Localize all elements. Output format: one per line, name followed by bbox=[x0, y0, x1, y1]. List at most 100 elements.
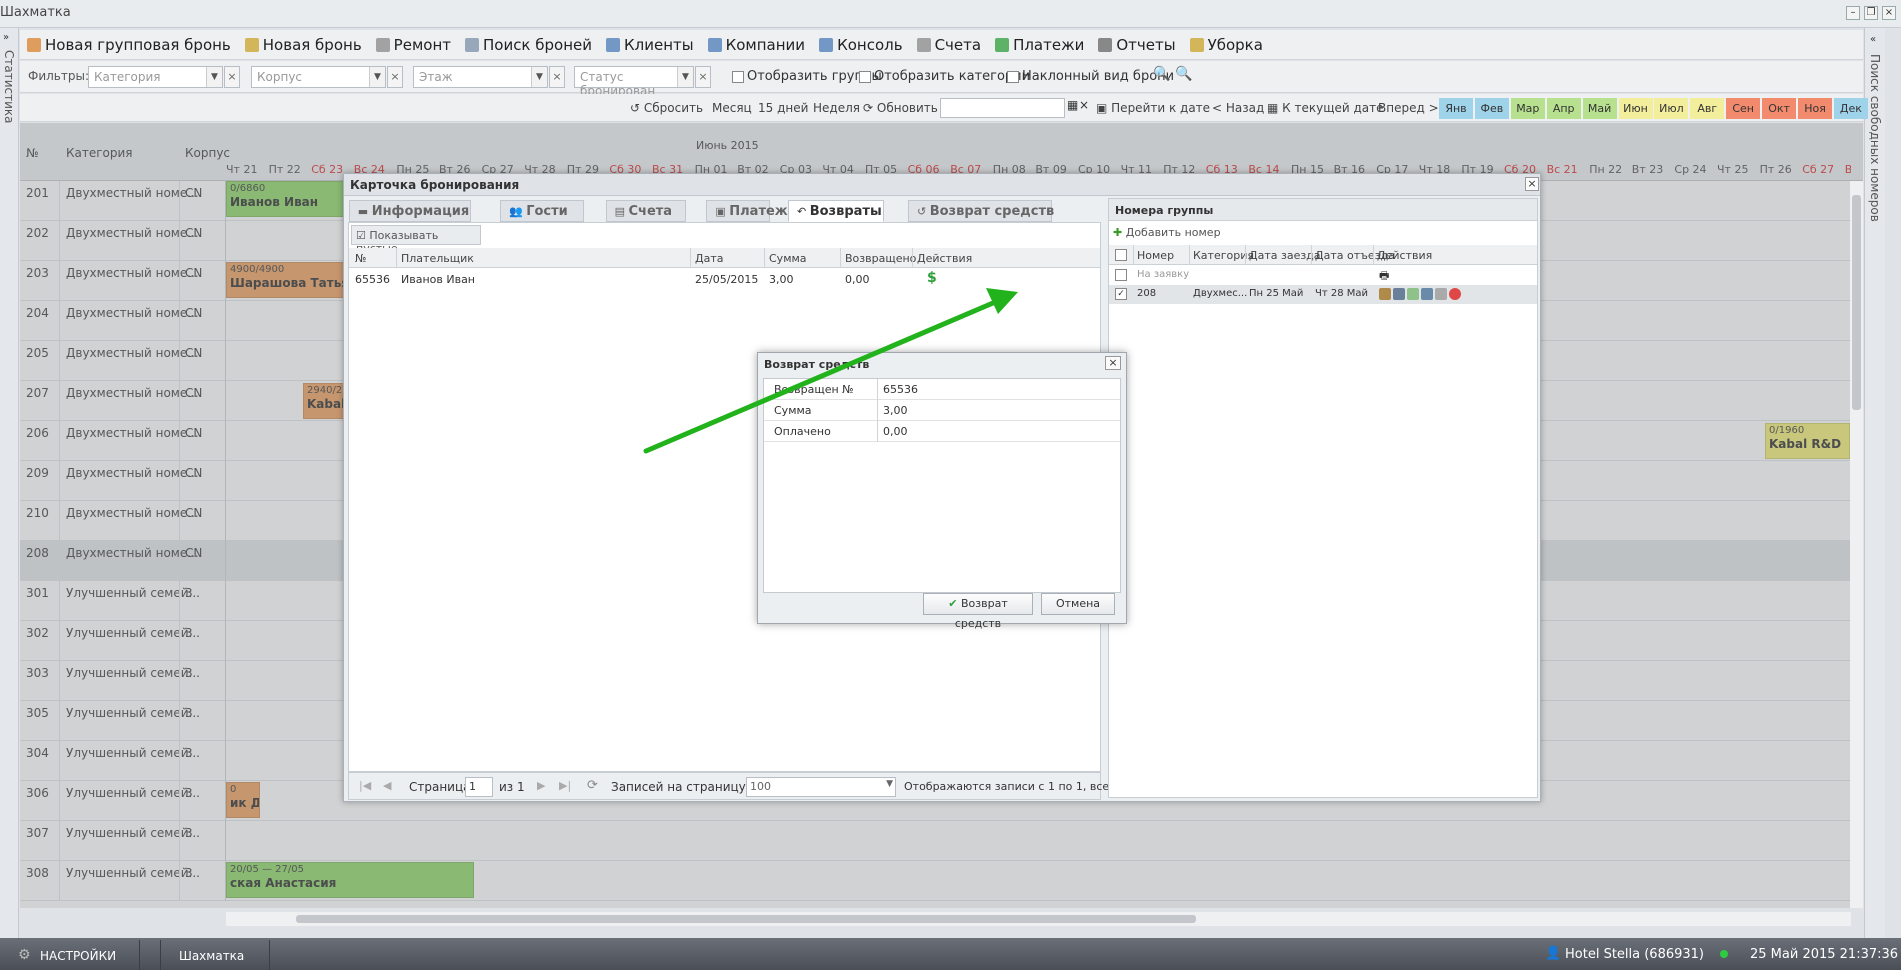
minimize-icon[interactable]: – bbox=[1846, 6, 1860, 20]
expand-icon[interactable]: » bbox=[3, 32, 9, 43]
toolbar-printer-button[interactable]: Отчеты bbox=[1091, 31, 1182, 59]
clear-floor-button[interactable]: × bbox=[549, 66, 565, 88]
scroll-thumb[interactable] bbox=[1852, 195, 1861, 410]
week-button[interactable]: Неделя bbox=[813, 101, 860, 115]
column-header[interactable]: Сумма bbox=[769, 252, 807, 265]
tab-invoice[interactable]: ▤ Счета bbox=[605, 200, 686, 222]
forward-button[interactable]: Вперед > bbox=[1378, 101, 1439, 115]
list-icon[interactable] bbox=[1393, 288, 1405, 300]
toolbar-broom-button[interactable]: Уборка bbox=[1183, 31, 1270, 59]
clear-date-icon[interactable]: × bbox=[1079, 98, 1089, 112]
select-all-checkbox[interactable] bbox=[1115, 249, 1127, 261]
cancel-button[interactable]: Отмена bbox=[1041, 593, 1115, 615]
month-button-2[interactable]: Мар bbox=[1510, 98, 1545, 119]
month-button-5[interactable]: Июн bbox=[1618, 98, 1653, 119]
month-button-6[interactable]: Июл bbox=[1654, 98, 1689, 119]
status-filter[interactable]: Статус бронирован ▼ bbox=[574, 66, 694, 98]
free-rooms-search-label[interactable]: Поиск свободных номеров bbox=[1868, 54, 1882, 222]
toolbar-wrench-button[interactable]: Ремонт bbox=[369, 31, 458, 59]
column-header[interactable]: Плательщик bbox=[401, 252, 474, 265]
calendar-icon[interactable]: ▦ bbox=[1067, 98, 1078, 112]
settings-button[interactable]: ⚙ НАСТРОЙКИ bbox=[0, 940, 140, 970]
column-header[interactable]: Действия bbox=[1377, 249, 1432, 262]
taskbar-tab-chess[interactable]: Шахматка bbox=[160, 940, 270, 970]
toolbar-search-button[interactable]: Поиск броней bbox=[458, 31, 599, 59]
guest-icon[interactable] bbox=[1379, 288, 1391, 300]
left-sidebar[interactable]: » Статистика bbox=[0, 28, 19, 938]
column-header[interactable]: Действия bbox=[917, 252, 972, 265]
print-icon[interactable]: 🖶 bbox=[1379, 267, 1389, 286]
month-button-9[interactable]: Окт bbox=[1762, 98, 1797, 119]
page-input[interactable]: 1 bbox=[465, 777, 493, 797]
close-icon[interactable]: × bbox=[1105, 356, 1121, 370]
right-sidebar[interactable]: « Поиск свободных номеров bbox=[1864, 28, 1885, 938]
refresh-button[interactable]: ⟳ Обновить bbox=[863, 101, 938, 115]
15-days-button[interactable]: 15 дней bbox=[758, 101, 808, 115]
toolbar-group-booking-button[interactable]: Новая групповая бронь bbox=[20, 31, 238, 59]
prev-page-icon[interactable]: ◀ bbox=[383, 779, 391, 792]
refresh-icon[interactable]: ⟳ bbox=[587, 778, 598, 793]
date-input[interactable] bbox=[940, 98, 1065, 118]
close-icon[interactable]: × bbox=[1882, 6, 1896, 20]
ok-icon[interactable] bbox=[1407, 288, 1419, 300]
refund-button[interactable]: ✔ Возврат средств bbox=[923, 593, 1033, 630]
month-button-1[interactable]: Фев bbox=[1474, 98, 1509, 119]
tilted-view-checkbox[interactable]: Наклонный вид брони bbox=[1007, 69, 1174, 84]
month-button[interactable]: Месяц bbox=[712, 101, 752, 115]
horizontal-scrollbar[interactable] bbox=[226, 912, 1851, 926]
tab-refund[interactable]: ↺ Возврат средств bbox=[908, 200, 1054, 222]
column-header[interactable]: Номер bbox=[1137, 249, 1174, 262]
clear-category-button[interactable]: × bbox=[224, 66, 240, 88]
toolbar-console-button[interactable]: Консоль bbox=[812, 31, 910, 59]
table-row[interactable]: ✓ 208 Двухмес... Пн 25 Май Чт 28 Май bbox=[1109, 285, 1537, 304]
toolbar-clients-button[interactable]: Клиенты bbox=[599, 31, 701, 59]
toolbar-dollar-button[interactable]: Платежи bbox=[988, 31, 1091, 59]
month-button-7[interactable]: Авг bbox=[1690, 98, 1725, 119]
goto-date-button[interactable]: ▣ Перейти к дате bbox=[1096, 101, 1210, 115]
scroll-thumb[interactable] bbox=[296, 915, 1196, 923]
last-page-icon[interactable]: ▶| bbox=[559, 779, 571, 792]
column-header[interactable]: Дата bbox=[695, 252, 723, 265]
month-button-10[interactable]: Ноя bbox=[1798, 98, 1832, 119]
category-filter[interactable]: Категория ▼ bbox=[88, 66, 223, 88]
column-header[interactable]: № bbox=[355, 252, 366, 265]
tab-return[interactable]: ↶ Возвраты bbox=[788, 200, 884, 222]
per-page-select[interactable]: 100 ▼ bbox=[746, 777, 896, 797]
show-categories-checkbox[interactable]: Отобразить категории bbox=[859, 69, 1030, 84]
first-page-icon[interactable]: |◀ bbox=[359, 779, 371, 792]
reset-button[interactable]: ↺ Сбросить bbox=[630, 101, 703, 115]
floor-filter[interactable]: Этаж ▼ bbox=[413, 66, 548, 88]
tab-payments[interactable]: ▣ Платежи bbox=[706, 200, 797, 222]
clear-building-button[interactable]: × bbox=[387, 66, 403, 88]
add-room-button[interactable]: ✚ Добавить номер bbox=[1113, 226, 1221, 239]
move-icon[interactable] bbox=[1435, 288, 1447, 300]
delete-icon[interactable] bbox=[1449, 288, 1461, 300]
row-checkbox[interactable]: ✓ bbox=[1115, 288, 1127, 300]
show-empty-toggle[interactable]: ☑ Показывать пустые bbox=[351, 225, 481, 255]
building-filter[interactable]: Корпус ▼ bbox=[251, 66, 386, 88]
month-button-0[interactable]: Янв bbox=[1439, 98, 1473, 119]
column-header[interactable]: Дата заезда bbox=[1249, 249, 1321, 262]
clear-status-button[interactable]: × bbox=[695, 66, 711, 88]
tab-guests[interactable]: 👥 Гости bbox=[500, 200, 584, 222]
today-button[interactable]: ▦ К текущей дате bbox=[1267, 101, 1384, 115]
month-button-11[interactable]: Дек bbox=[1833, 98, 1868, 119]
tab-info[interactable]: ▬ Информация bbox=[348, 200, 471, 222]
month-button-8[interactable]: Сен bbox=[1726, 98, 1761, 119]
toolbar-key-button[interactable]: Новая бронь bbox=[238, 31, 369, 59]
month-button-4[interactable]: Май bbox=[1582, 98, 1617, 119]
back-button[interactable]: < Назад bbox=[1212, 101, 1264, 115]
close-icon[interactable]: × bbox=[1525, 177, 1539, 191]
column-header[interactable]: Возвращено bbox=[845, 252, 916, 265]
month-button-3[interactable]: Апр bbox=[1546, 98, 1581, 119]
vertical-scrollbar[interactable] bbox=[1850, 181, 1863, 908]
collapse-icon[interactable]: « bbox=[1870, 34, 1876, 45]
users-icon[interactable] bbox=[1421, 288, 1433, 300]
zoom-in-icon[interactable]: 🔍 bbox=[1153, 66, 1170, 82]
next-page-icon[interactable]: ▶ bbox=[537, 779, 545, 792]
toolbar-building-button[interactable]: Компании bbox=[701, 31, 812, 59]
row-checkbox[interactable] bbox=[1115, 269, 1127, 281]
toolbar-invoice-button[interactable]: Счета bbox=[910, 31, 989, 59]
zoom-out-icon[interactable]: 🔍 bbox=[1175, 66, 1192, 82]
table-row[interactable]: На заявку 🖶 bbox=[1109, 266, 1537, 285]
